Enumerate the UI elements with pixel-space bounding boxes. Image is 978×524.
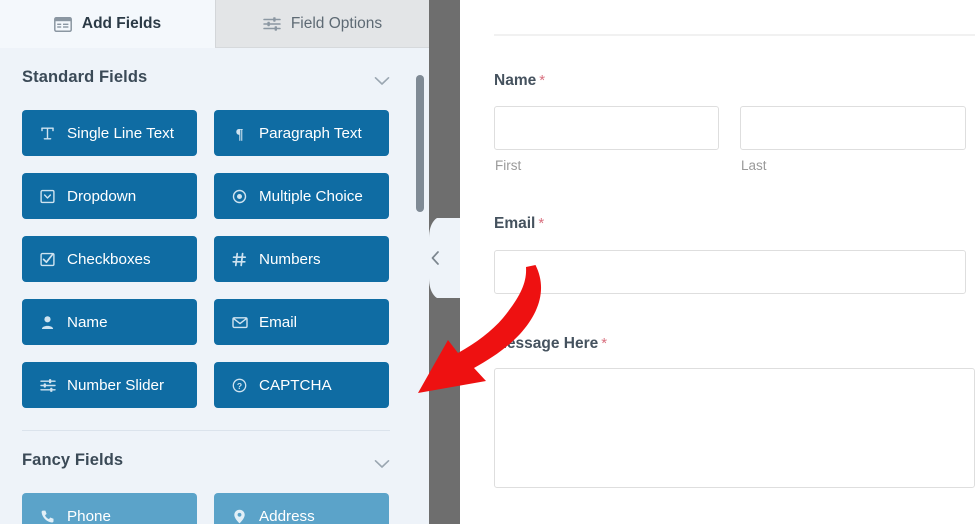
field-button-checkboxes[interactable]: Checkboxes <box>22 236 197 282</box>
svg-text:¶: ¶ <box>236 126 244 141</box>
field-button-label: CAPTCHA <box>259 376 332 394</box>
field-button-label: Numbers <box>259 250 321 268</box>
tab-add-fields[interactable]: Add Fields <box>0 0 215 48</box>
field-button-label: Address <box>259 507 315 524</box>
field-button-label: Single Line Text <box>67 124 174 142</box>
preview-sublabel-first: First <box>495 158 522 173</box>
field-button-label: Name <box>67 313 108 331</box>
field-button-phone[interactable]: Phone <box>22 493 197 524</box>
section-title-fancy-fields: Fancy Fields <box>22 451 124 469</box>
checkbox-icon <box>39 251 56 268</box>
preview-textarea-message[interactable] <box>494 368 975 488</box>
tab-field-options[interactable]: Field Options <box>215 0 429 48</box>
fields-panel: Standard Fields Single Line Text ¶ Parag… <box>0 48 429 524</box>
form-preview-panel: Name * First Last Email * Message Here * <box>460 0 978 524</box>
preview-label-email-text: Email <box>494 215 536 232</box>
chevron-down-icon[interactable] <box>374 73 390 85</box>
field-button-number-slider[interactable]: Number Slider <box>22 362 197 408</box>
field-button-label: Paragraph Text <box>259 124 362 142</box>
preview-top-divider <box>494 34 975 36</box>
field-button-label: Number Slider <box>67 376 165 394</box>
svg-text:?: ? <box>237 381 242 391</box>
section-header-fancy-fields[interactable]: Fancy Fields <box>22 451 390 470</box>
form-builder-screen: Add Fields Field Options Standard Fields… <box>0 0 978 524</box>
field-button-numbers[interactable]: Numbers <box>214 236 389 282</box>
preview-label-name: Name * <box>494 72 545 90</box>
chevron-down-icon[interactable] <box>374 456 390 468</box>
builder-tabbar: Add Fields Field Options <box>0 0 429 48</box>
preview-input-name-last[interactable] <box>740 106 966 150</box>
preview-input-email[interactable] <box>494 250 966 294</box>
field-button-address[interactable]: Address <box>214 493 389 524</box>
phone-icon <box>39 508 56 524</box>
dropdown-icon <box>39 188 56 205</box>
preview-label-message-text: Message Here <box>494 335 599 352</box>
field-button-label: Email <box>259 313 297 331</box>
hash-icon <box>231 251 248 268</box>
required-marker: * <box>539 72 546 89</box>
section-title-standard-fields: Standard Fields <box>22 68 148 86</box>
preview-label-name-text: Name <box>494 72 537 89</box>
collapse-panel-button[interactable] <box>419 218 460 298</box>
sidebar-scrollbar-thumb[interactable] <box>416 75 424 212</box>
field-button-name[interactable]: Name <box>22 299 197 345</box>
required-marker: * <box>538 215 545 232</box>
field-button-label: Checkboxes <box>67 250 151 268</box>
list-panel-icon <box>54 15 73 34</box>
preview-sublabel-last: Last <box>741 158 767 173</box>
map-pin-icon <box>231 508 248 524</box>
preview-label-message: Message Here * <box>494 335 607 353</box>
text-cursor-icon <box>39 125 56 142</box>
tab-add-fields-label: Add Fields <box>81 15 162 32</box>
tab-field-options-label: Field Options <box>290 14 383 32</box>
radio-icon <box>231 188 248 205</box>
field-button-captcha[interactable]: ? CAPTCHA <box>214 362 389 408</box>
field-button-paragraph-text[interactable]: ¶ Paragraph Text <box>214 110 389 156</box>
field-button-multiple-choice[interactable]: Multiple Choice <box>214 173 389 219</box>
field-button-label: Dropdown <box>67 187 137 205</box>
pilcrow-icon: ¶ <box>231 125 248 142</box>
field-button-dropdown[interactable]: Dropdown <box>22 173 197 219</box>
sliders-icon <box>39 377 56 394</box>
field-button-label: Multiple Choice <box>259 187 363 205</box>
preview-input-name-first[interactable] <box>494 106 719 150</box>
field-button-email[interactable]: Email <box>214 299 389 345</box>
section-divider <box>22 430 390 431</box>
field-button-label: Phone <box>67 507 111 524</box>
field-button-single-line-text[interactable]: Single Line Text <box>22 110 197 156</box>
sliders-icon <box>263 14 282 33</box>
user-icon <box>39 314 56 331</box>
builder-sidebar: Add Fields Field Options Standard Fields… <box>0 0 429 524</box>
question-circle-icon: ? <box>231 377 248 394</box>
required-marker: * <box>601 335 608 352</box>
section-header-standard-fields[interactable]: Standard Fields <box>22 68 390 87</box>
envelope-icon <box>231 314 248 331</box>
preview-label-email: Email * <box>494 215 544 233</box>
